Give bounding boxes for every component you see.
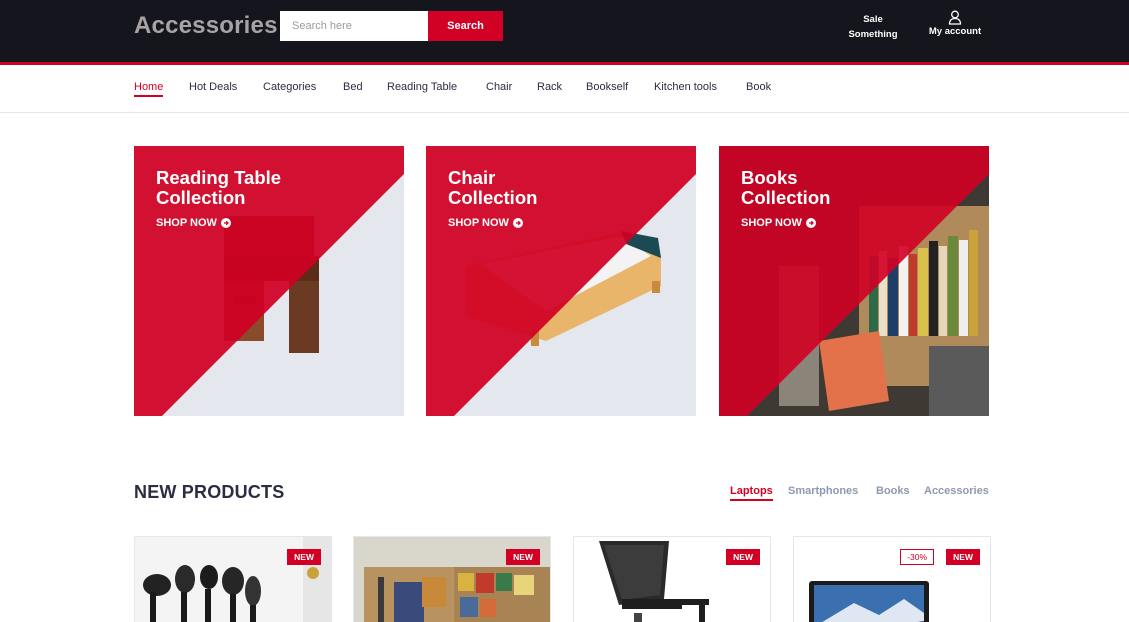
- product-card-books[interactable]: NEW: [353, 536, 551, 622]
- arrow-circle-right-icon: [805, 218, 816, 228]
- nav-item-hot-deals[interactable]: Hot Deals: [189, 81, 237, 93]
- shop-now-link[interactable]: SHOP NOW: [741, 217, 816, 229]
- sale-link[interactable]: Sale Something: [840, 12, 906, 42]
- shop-now-label: SHOP NOW: [741, 217, 802, 229]
- collection-title-line1: Reading Table: [156, 167, 282, 188]
- sale-badge: -30%: [900, 549, 934, 565]
- user-icon: [948, 10, 962, 25]
- collection-card-chair[interactable]: Chair Collection SHOP NOW: [426, 146, 696, 416]
- arrow-circle-right-icon: [512, 218, 523, 228]
- collection-card-books[interactable]: Books Collection SHOP NOW: [719, 146, 989, 416]
- product-card-office-chair[interactable]: NEW: [573, 536, 771, 622]
- new-badge: NEW: [726, 549, 760, 565]
- search-button[interactable]: Search: [428, 11, 503, 41]
- nav-item-bed[interactable]: Bed: [343, 81, 363, 93]
- main-nav: Home Hot Deals Categories Bed Reading Ta…: [0, 65, 1129, 113]
- my-account-link[interactable]: My account: [920, 10, 990, 39]
- nav-item-book[interactable]: Book: [746, 81, 771, 93]
- product-card-kitchen-utensils[interactable]: NEW: [134, 536, 332, 622]
- sale-link-line1: Sale: [863, 14, 883, 25]
- tab-laptops[interactable]: Laptops: [730, 485, 773, 501]
- product-card-laptop[interactable]: -30% NEW: [793, 536, 991, 622]
- my-account-label: My account: [928, 26, 982, 37]
- shop-now-link[interactable]: SHOP NOW: [156, 217, 231, 229]
- search-input[interactable]: [280, 11, 429, 41]
- collection-title-line1: Chair: [448, 167, 496, 188]
- nav-item-categories[interactable]: Categories: [263, 81, 316, 93]
- tab-accessories[interactable]: Accessories: [924, 485, 989, 497]
- nav-item-reading-table[interactable]: Reading Table: [387, 81, 457, 93]
- nav-item-chair[interactable]: Chair: [486, 81, 512, 93]
- sale-link-line2: Something: [848, 29, 898, 40]
- collection-title: Reading Table Collection: [156, 168, 356, 208]
- tab-books[interactable]: Books: [876, 485, 910, 497]
- nav-item-rack[interactable]: Rack: [537, 81, 562, 93]
- collection-title: Chair Collection: [448, 168, 648, 208]
- collection-title-line2: Collection: [741, 187, 831, 208]
- site-logo[interactable]: Accessories: [134, 12, 278, 40]
- top-header: Accessories Search Sale Something My acc…: [0, 0, 1129, 62]
- shop-now-link[interactable]: SHOP NOW: [448, 217, 523, 229]
- shop-now-label: SHOP NOW: [448, 217, 509, 229]
- collection-card-reading-table[interactable]: Reading Table Collection SHOP NOW: [134, 146, 404, 416]
- collection-title-line1: Books: [741, 167, 798, 188]
- new-badge: NEW: [287, 549, 321, 565]
- nav-item-bookself[interactable]: Bookself: [586, 81, 628, 93]
- nav-item-home[interactable]: Home: [134, 81, 164, 97]
- collection-title: Books Collection: [741, 168, 941, 208]
- new-badge: NEW: [506, 549, 540, 565]
- new-badge: NEW: [946, 549, 980, 565]
- section-title: NEW PRODUCTS: [134, 482, 285, 502]
- collection-title-line2: Collection: [156, 187, 246, 208]
- tab-smartphones[interactable]: Smartphones: [788, 485, 858, 497]
- shop-now-label: SHOP NOW: [156, 217, 217, 229]
- arrow-circle-right-icon: [220, 218, 231, 228]
- collection-title-line2: Collection: [448, 187, 538, 208]
- nav-item-kitchen-tools[interactable]: Kitchen tools: [654, 81, 717, 93]
